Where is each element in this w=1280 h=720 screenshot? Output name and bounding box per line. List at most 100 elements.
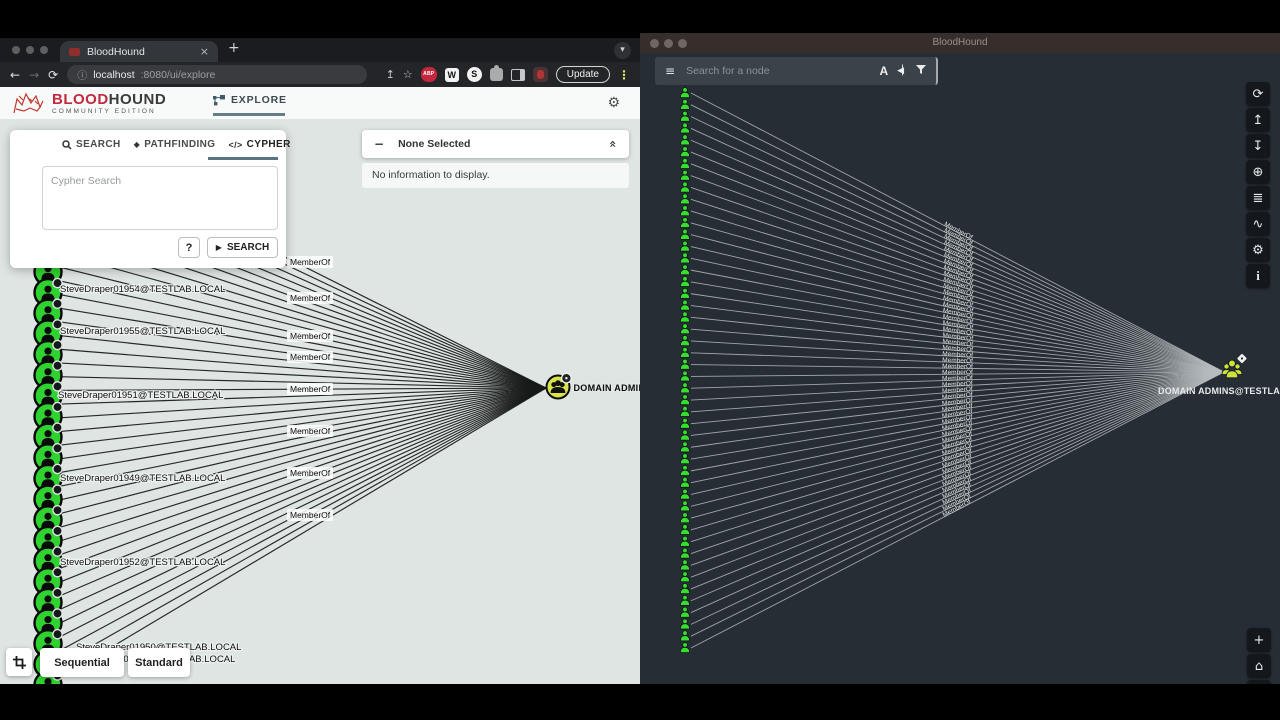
edge-label-memberof[interactable]: MemberOf	[287, 467, 333, 479]
user-node[interactable]	[680, 525, 689, 535]
cypher-help-button[interactable]: ?	[178, 237, 200, 258]
user-node[interactable]	[680, 194, 689, 204]
user-node[interactable]	[680, 607, 689, 617]
back-icon[interactable]: ←	[10, 68, 20, 82]
new-tab-button[interactable]: +	[228, 40, 240, 56]
s-extension-icon[interactable]: S	[467, 67, 482, 82]
w-extension-icon[interactable]: W	[445, 68, 459, 82]
pathfinding-road-icon[interactable]: A	[879, 64, 888, 78]
user-node[interactable]	[680, 501, 689, 511]
user-node[interactable]	[680, 631, 689, 641]
user-node[interactable]	[680, 584, 689, 594]
user-node[interactable]	[680, 88, 689, 98]
path-target-icon[interactable]: ◀▏	[897, 66, 907, 76]
user-node[interactable]	[680, 277, 689, 287]
user-node[interactable]	[680, 206, 689, 216]
user-node-label[interactable]: SteveDraper01952@TESTLAB.LOCAL	[60, 557, 225, 568]
window-minimize-button[interactable]	[664, 39, 673, 48]
extensions-puzzle-icon[interactable]	[490, 68, 503, 81]
settings-icon[interactable]: ⚙	[1246, 238, 1270, 262]
reload-icon[interactable]: ⟳	[48, 68, 58, 82]
forward-icon[interactable]: →	[29, 68, 39, 82]
user-node[interactable]	[680, 99, 689, 109]
window-zoom-button[interactable]	[40, 46, 48, 54]
import-graph-icon[interactable]: ↧	[1246, 134, 1270, 158]
user-node[interactable]	[680, 300, 689, 310]
user-node-label[interactable]: SteveDraper01954@TESTLAB.LOCAL	[60, 284, 225, 295]
tab-close-icon[interactable]: ×	[200, 45, 209, 58]
window-close-button[interactable]	[12, 46, 20, 54]
node-search-bar[interactable]: ≡ A ◀▏	[655, 57, 938, 85]
upload-data-icon[interactable]: ⊕	[1246, 160, 1270, 184]
tab-search-icon[interactable]: ▾	[614, 42, 631, 59]
bookmark-star-icon[interactable]: ☆	[403, 68, 413, 81]
graph-chart-icon[interactable]: ∿	[1246, 212, 1270, 236]
user-node[interactable]	[680, 324, 689, 334]
user-node-label[interactable]: SteveDraper01949@TESTLAB.LOCAL	[60, 473, 225, 484]
target-node-label[interactable]: DOMAIN ADMINS@TESTLAB	[1158, 386, 1280, 396]
user-node[interactable]	[680, 430, 689, 440]
edge-label-memberof[interactable]: MemberOf	[287, 292, 333, 304]
user-node-label[interactable]: SteveDraper01951@TESTLAB.LOCAL	[58, 390, 223, 401]
tab-cypher[interactable]: </> CYPHER	[228, 139, 290, 150]
graph-canvas-left[interactable]: DOMAIN ADMINS SteveDraper01954@TESTLAB.LO…	[0, 120, 640, 684]
about-icon[interactable]: i	[1246, 264, 1270, 288]
browser-menu-icon[interactable]: ⋮	[618, 68, 630, 82]
layout-sequential-button[interactable]: Sequential	[40, 648, 124, 677]
user-node[interactable]	[680, 643, 689, 653]
menu-hamburger-icon[interactable]: ≡	[665, 64, 675, 78]
window-zoom-button[interactable]	[678, 39, 687, 48]
user-node[interactable]	[680, 383, 689, 393]
sidebar-panel-icon[interactable]	[511, 69, 525, 81]
user-node[interactable]	[680, 229, 689, 239]
user-node[interactable]	[680, 465, 689, 475]
selection-panel-header[interactable]: − None Selected «	[362, 130, 629, 158]
edge-label-memberof[interactable]: MemberOf	[287, 256, 333, 268]
cypher-search-input[interactable]	[42, 166, 278, 230]
target-node-label[interactable]: DOMAIN ADMINS	[574, 383, 641, 393]
profile-avatar[interactable]	[533, 67, 548, 82]
user-node[interactable]	[680, 454, 689, 464]
window-minimize-button[interactable]	[26, 46, 34, 54]
user-node[interactable]	[680, 312, 689, 322]
zoom-in-button[interactable]: +	[1247, 628, 1271, 652]
user-node[interactable]	[680, 241, 689, 251]
user-node[interactable]	[680, 111, 689, 121]
user-node[interactable]	[680, 182, 689, 192]
user-node[interactable]	[680, 217, 689, 227]
user-node[interactable]	[680, 595, 689, 605]
user-node[interactable]	[680, 560, 689, 570]
user-node[interactable]	[680, 548, 689, 558]
tab-search[interactable]: SEARCH	[62, 139, 121, 150]
user-node[interactable]	[680, 359, 689, 369]
user-node[interactable]	[680, 123, 689, 133]
crop-layout-button[interactable]	[6, 648, 32, 676]
graph-canvas-right[interactable]: MemberOfMemberOfMemberOfMemberOfMemberOf…	[640, 53, 1280, 684]
edge-label-memberof[interactable]: MemberOf	[287, 509, 333, 521]
user-node[interactable]	[680, 489, 689, 499]
edge-label-memberof[interactable]: MemberOf	[287, 351, 333, 363]
run-search-button[interactable]: ▶ SEARCH	[207, 237, 278, 258]
user-node[interactable]	[680, 572, 689, 582]
site-info-icon[interactable]: ⓘ	[77, 67, 87, 82]
user-node[interactable]	[680, 536, 689, 546]
group-node-domain-admins[interactable]	[1222, 354, 1247, 378]
layout-standard-button[interactable]: Standard	[128, 648, 190, 677]
refresh-icon[interactable]: ⟳	[1246, 82, 1270, 106]
user-node[interactable]	[680, 395, 689, 405]
group-node-domain-admins[interactable]	[547, 373, 572, 398]
user-node[interactable]	[680, 619, 689, 629]
address-bar[interactable]: ⓘ localhost:8080/ui/explore	[67, 65, 367, 84]
user-node-label[interactable]: SteveDraper01955@TESTLAB.LOCAL	[60, 326, 225, 337]
user-node[interactable]	[680, 336, 689, 346]
user-node[interactable]	[680, 135, 689, 145]
edge-label-memberof[interactable]: MemberOf	[287, 383, 333, 395]
browser-tab[interactable]: BloodHound ×	[60, 41, 218, 62]
settings-gear-icon[interactable]: ⚙	[607, 95, 620, 111]
user-node[interactable]	[680, 265, 689, 275]
user-node[interactable]	[680, 253, 689, 263]
user-node[interactable]	[680, 442, 689, 452]
collapse-chevrons-icon[interactable]: «	[606, 140, 620, 148]
user-node[interactable]	[680, 477, 689, 487]
user-node[interactable]	[680, 371, 689, 381]
